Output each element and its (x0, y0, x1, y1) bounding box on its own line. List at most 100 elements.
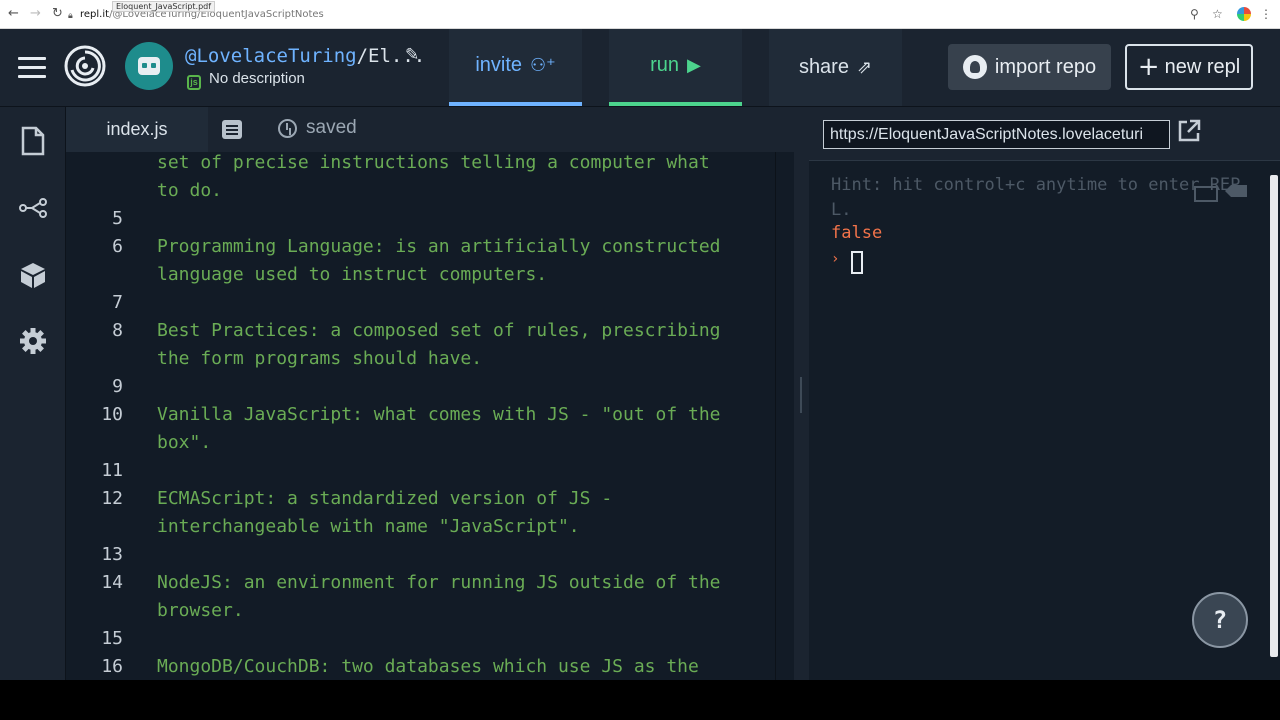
code-line[interactable]: language used to instruct computers. (66, 261, 766, 289)
code-line[interactable]: box". (66, 429, 766, 457)
tab-index-js[interactable]: index.js (66, 107, 208, 152)
code-line[interactable]: 14 NodeJS: an environment for running JS … (66, 569, 766, 597)
menu-icon[interactable] (18, 57, 46, 84)
line-number: 9 (112, 376, 123, 397)
packages-icon[interactable] (17, 259, 49, 291)
code-line[interactable]: 7 (66, 289, 766, 317)
import-label: import repo (994, 55, 1097, 78)
code-text: Best Practices: a composed set of rules,… (157, 320, 721, 341)
code-text: Vanilla JavaScript: what comes with JS -… (157, 404, 721, 425)
share-button[interactable]: share ⇗ (769, 29, 902, 106)
code-line[interactable]: 6 Programming Language: is an artificiall… (66, 233, 766, 261)
screen-bottom-bar (0, 680, 1280, 720)
browser-toolbar: ← → ↻ 🔒︎ repl.it/@LovelaceTuring/Eloquen… (0, 0, 1280, 29)
code-line[interactable]: browser. (66, 597, 766, 625)
prompt-chevron-icon: › (831, 251, 840, 267)
code-line[interactable]: 15 (66, 625, 766, 653)
tab-tooltip: Eloquent_JavaScript.pdf (112, 1, 216, 12)
code-line[interactable]: the form programs should have. (66, 345, 766, 373)
code-text: the form programs should have. (157, 348, 483, 369)
share-icon: ⇗ (856, 57, 873, 78)
browser-menu-icon[interactable]: ⋮ (1260, 7, 1272, 21)
robot-icon (138, 57, 160, 75)
console-output[interactable]: Hint: hit control+c anytime to enter REP… (809, 161, 1280, 680)
line-number: 6 (112, 236, 123, 257)
sidebar (0, 107, 66, 680)
save-status: saved (278, 117, 357, 139)
replit-logo-icon[interactable] (63, 44, 107, 88)
code-text: ECMAScript: a standardized version of JS… (157, 488, 613, 509)
code-line[interactable]: interchangeable with name "JavaScript". (66, 513, 766, 541)
console-result: false (831, 223, 883, 243)
lock-icon: 🔒︎ (68, 11, 73, 21)
pane-divider[interactable] (794, 107, 809, 680)
code-line[interactable]: 8 Best Practices: a composed set of rules… (66, 317, 766, 345)
settings-gear-icon[interactable] (17, 325, 49, 357)
code-text: set of precise instructions telling a co… (157, 152, 710, 173)
zoom-icon[interactable]: ⚲ (1190, 7, 1199, 21)
run-label: run (650, 54, 680, 76)
webview-url-bar: https://EloquentJavaScriptNotes.lovelace… (809, 107, 1280, 161)
code-line[interactable]: 16 MongoDB/CouchDB: two databases which u… (66, 653, 766, 680)
code-line[interactable]: set of precise instructions telling a co… (66, 152, 766, 177)
invite-button[interactable]: invite ⚇⁺ (449, 29, 582, 106)
line-number: 10 (101, 404, 123, 425)
console-controls (1193, 181, 1249, 208)
code-line[interactable]: to do. (66, 177, 766, 205)
clear-console-icon[interactable] (1194, 186, 1218, 202)
code-text: interchangeable with name "JavaScript". (157, 516, 580, 537)
new-repl-button[interactable]: + new repl (1125, 44, 1253, 90)
code-text: to do. (157, 180, 223, 201)
code-line[interactable]: 11 (66, 457, 766, 485)
url-host: repl.it (80, 9, 110, 20)
run-button[interactable]: run ▶ (609, 29, 742, 106)
import-repo-button[interactable]: import repo (948, 44, 1111, 90)
app-header: @LovelaceTuring/El... ✎ js No description… (0, 29, 1280, 107)
back-icon[interactable]: ← (8, 7, 19, 21)
webview-url-input[interactable]: https://EloquentJavaScriptNotes.lovelace… (823, 120, 1170, 149)
invite-label: invite (475, 54, 523, 76)
share-label: share (798, 56, 849, 78)
code-line[interactable]: 9 (66, 373, 766, 401)
new-repl-label: new repl (1164, 55, 1241, 78)
code-line[interactable]: 10 Vanilla JavaScript: what comes with JS… (66, 401, 766, 429)
description-text: No description (209, 70, 305, 87)
line-number: 7 (112, 292, 123, 313)
files-icon[interactable] (17, 125, 49, 157)
bookmark-star-icon[interactable]: ☆ (1212, 7, 1223, 21)
edit-pencil-icon[interactable]: ✎ (405, 45, 419, 65)
code-line[interactable]: 13 (66, 541, 766, 569)
repl-title[interactable]: @LovelaceTuring/El... (185, 45, 425, 67)
line-number: 15 (101, 628, 123, 649)
saved-label: saved (306, 117, 357, 138)
code-editor[interactable]: set of precise instructions telling a co… (66, 152, 794, 680)
line-number: 16 (101, 656, 123, 677)
add-user-icon: ⚇⁺ (530, 55, 556, 76)
github-icon (962, 55, 987, 79)
resize-handle[interactable] (800, 377, 802, 413)
nodejs-icon: js (187, 75, 201, 90)
user-avatar[interactable] (125, 42, 173, 90)
code-text: browser. (157, 600, 244, 621)
reload-icon[interactable]: ↻ (52, 7, 63, 21)
profile-avatar-icon[interactable] (1237, 7, 1251, 21)
help-button[interactable]: ? (1192, 592, 1248, 648)
console-cursor[interactable] (851, 251, 863, 274)
version-control-icon[interactable] (17, 192, 49, 224)
code-text: MongoDB/CouchDB: two databases which use… (157, 656, 699, 677)
line-number: 13 (101, 544, 123, 565)
forward-icon[interactable]: → (30, 7, 41, 21)
line-number: 12 (101, 488, 123, 509)
code-line[interactable]: 5 (66, 205, 766, 233)
open-new-tab-icon[interactable] (1176, 118, 1202, 144)
backspace-icon[interactable] (1225, 185, 1247, 197)
console-scrollbar[interactable] (1270, 175, 1278, 657)
code-text: language used to instruct computers. (157, 264, 548, 285)
code-line[interactable]: 12 ECMAScript: a standardized version of … (66, 485, 766, 513)
editor-tabs: index.js saved (66, 107, 794, 152)
line-number: 14 (101, 572, 123, 593)
play-icon: ▶ (687, 55, 701, 76)
code-text: Programming Language: is an artificially… (157, 236, 721, 257)
repl-description[interactable]: js No description (187, 70, 305, 90)
document-icon[interactable] (222, 120, 242, 139)
